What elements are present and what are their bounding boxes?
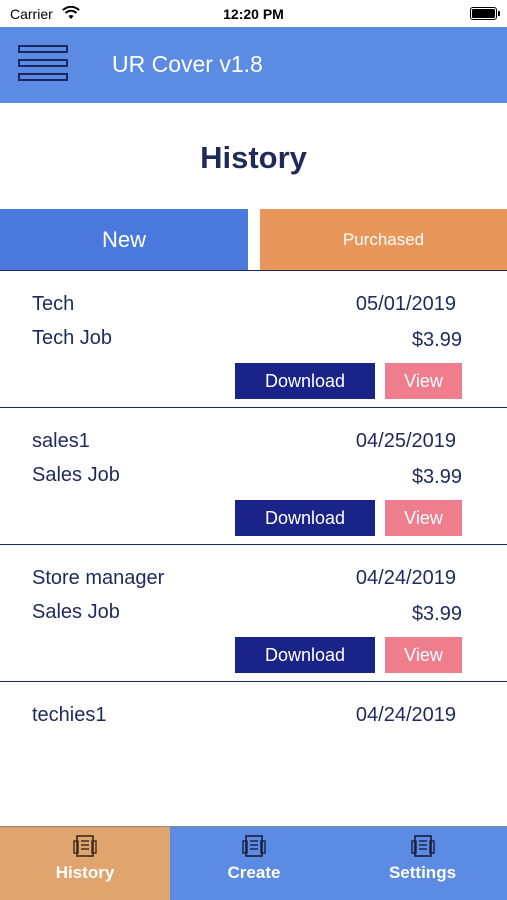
tab-bar-create[interactable]: Create	[170, 827, 338, 900]
document-icon	[410, 835, 435, 857]
item-date: 04/25/2019	[355, 430, 456, 452]
tab-bar-history[interactable]: History	[0, 827, 170, 900]
item-price: $3.99	[411, 466, 462, 488]
view-button[interactable]: View	[385, 637, 462, 673]
item-date: 04/24/2019	[355, 567, 456, 589]
tab-bar-settings[interactable]: Settings	[338, 827, 507, 900]
item-date: 04/24/2019	[355, 704, 456, 726]
tab-new[interactable]: New	[0, 209, 248, 270]
app-title: UR Cover v1.8	[112, 51, 263, 77]
item-name: techies1	[32, 704, 107, 726]
page-title: History	[200, 140, 307, 175]
download-button[interactable]: Download	[235, 637, 375, 673]
list-item: Tech 05/01/2019 Tech Job $3.99 Download …	[0, 271, 507, 408]
download-button[interactable]: Download	[235, 363, 375, 399]
tab-new-label: New	[101, 226, 146, 252]
status-bar: Carrier 12:20 PM	[0, 0, 507, 27]
view-button[interactable]: View	[385, 363, 462, 399]
document-icon	[73, 835, 97, 857]
tab-purchased[interactable]: Purchased	[260, 209, 507, 270]
item-price: $3.99	[411, 329, 462, 351]
tab-bar-settings-label: Settings	[388, 863, 457, 882]
bottom-tab-bar: History Create Settings	[0, 826, 507, 900]
download-button[interactable]: Download	[235, 500, 375, 536]
battery-icon	[470, 7, 500, 20]
item-name: Tech	[32, 293, 75, 315]
tab-purchased-label: Purchased	[342, 229, 425, 249]
item-name: Store manager	[32, 567, 165, 589]
item-price: $3.99	[411, 603, 462, 625]
item-name: sales1	[32, 430, 90, 452]
view-button[interactable]: View	[385, 500, 462, 536]
list-item: sales1 04/25/2019 Sales Job $3.99 Downlo…	[0, 408, 507, 545]
item-type: Sales Job	[32, 601, 120, 623]
document-icon	[242, 835, 266, 857]
list-item: techies1 04/24/2019	[0, 682, 507, 819]
list-item: Store manager 04/24/2019 Sales Job $3.99…	[0, 545, 507, 682]
tab-bar-create-label: Create	[227, 863, 281, 882]
item-date: 05/01/2019	[355, 293, 456, 315]
navigation-bar: UR Cover v1.8	[0, 27, 507, 103]
hamburger-menu-icon[interactable]	[18, 45, 68, 83]
status-time: 12:20 PM	[223, 6, 284, 22]
item-type: Sales Job	[32, 464, 120, 486]
item-type: Tech Job	[32, 327, 113, 349]
tab-bar-history-label: History	[55, 863, 115, 882]
